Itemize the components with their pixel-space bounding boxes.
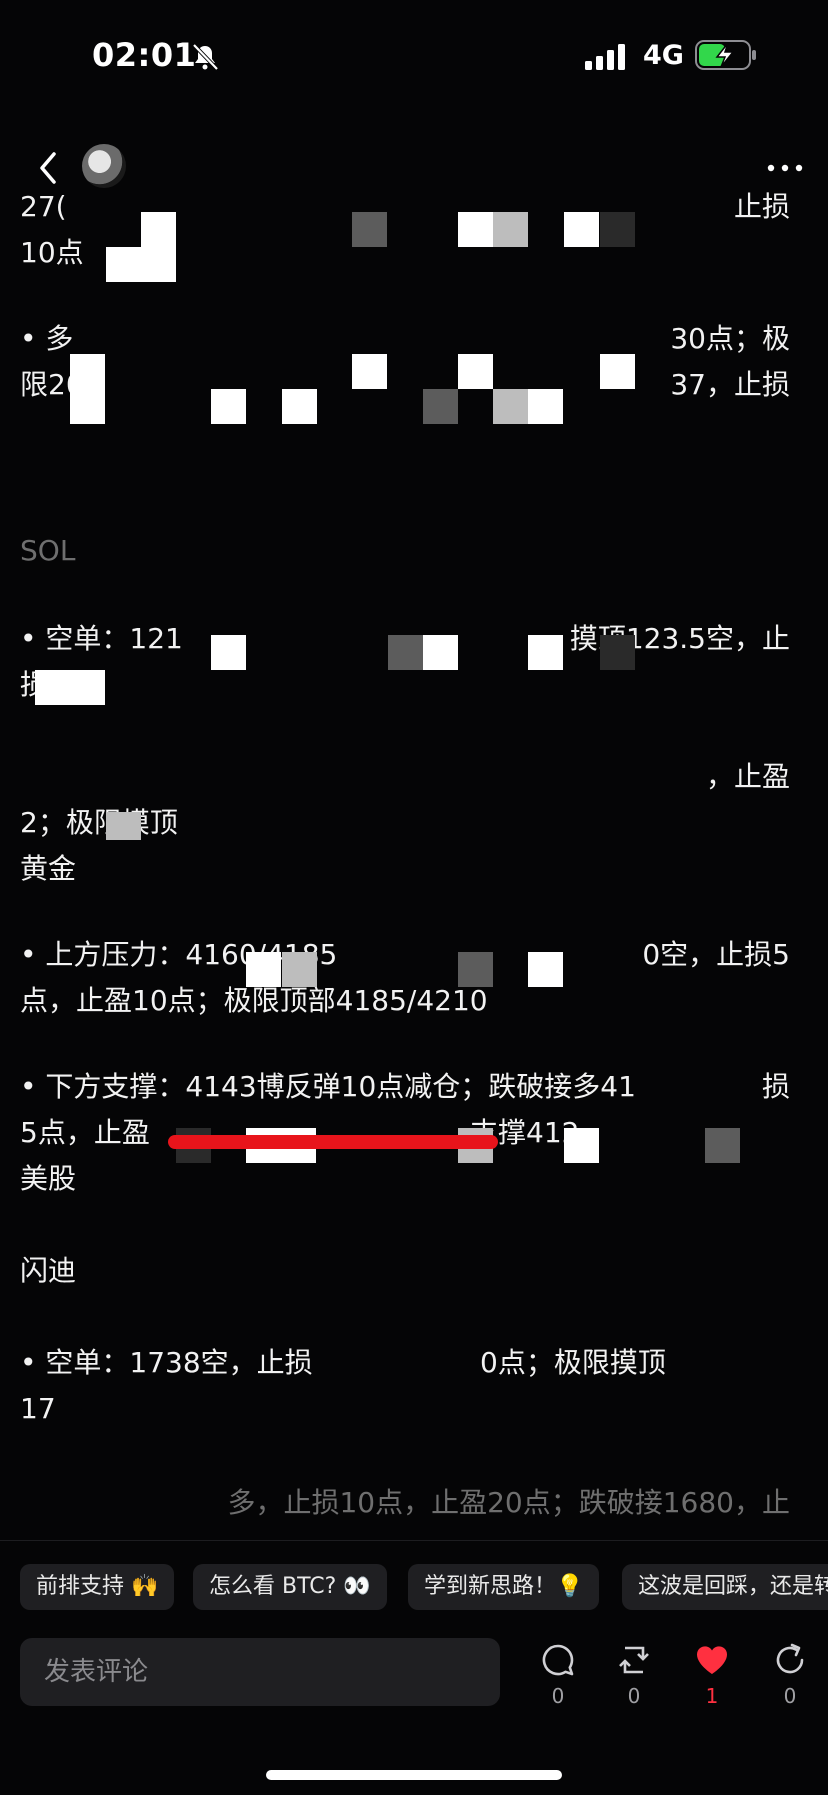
text-line: 30点；极 [670, 322, 790, 355]
network-type: 4G [643, 40, 684, 71]
quick-reply-chip[interactable]: 前排支持 🙌 [20, 1564, 175, 1610]
like-button[interactable]: 1 [682, 1642, 742, 1722]
share-count: 0 [783, 1684, 797, 1708]
repost-count: 0 [627, 1684, 641, 1708]
text-line: 损 [761, 1070, 790, 1103]
quick-reply-chip[interactable]: 学到新思路！💡 [408, 1564, 600, 1610]
quick-reply-chip[interactable]: 怎么看 BTC? 👀 [193, 1564, 387, 1610]
text-line: 17 [20, 1392, 56, 1425]
status-time: 02:01 [92, 36, 197, 74]
section-heading: 黄金 [20, 852, 77, 885]
battery-charging-icon [695, 40, 756, 70]
quick-reply-chips: 前排支持 🙌 怎么看 BTC? 👀 学到新思路！💡 这波是回踩，还是转 [0, 1564, 828, 1610]
text-line: SOL [20, 534, 76, 567]
text-line: 5点，止盈 [20, 1116, 150, 1149]
text-line: 10点 [20, 236, 84, 269]
home-indicator [266, 1770, 562, 1780]
comment-count: 0 [551, 1684, 565, 1708]
text-line: ，止盈 [705, 760, 790, 793]
text-line: 多，止损10点，止盈20点；跌破接1680，止 [227, 1486, 790, 1519]
divider [0, 1540, 828, 1541]
comment-input[interactable]: 发表评论 [20, 1638, 500, 1706]
text-line: 37，止损 [670, 368, 790, 401]
cellular-signal-icon [585, 44, 625, 70]
muted-bell-icon [192, 43, 219, 71]
text-line: • 空单：121 [20, 622, 183, 655]
text-line: 0点；极限摸顶 [480, 1346, 666, 1379]
text-line: 27( [20, 190, 67, 223]
text-line: 止损 [733, 190, 790, 223]
share-button[interactable]: 0 [760, 1642, 820, 1722]
comment-button[interactable]: 0 [528, 1642, 588, 1722]
heart-icon [696, 1646, 728, 1674]
author-avatar[interactable] [82, 144, 126, 188]
text-line: 0空，止损5 [642, 938, 790, 971]
repost-icon [619, 1646, 649, 1674]
more-options-icon[interactable] [765, 150, 805, 186]
status-bar: 02:01 4G [0, 0, 828, 110]
share-arrow-icon [776, 1643, 804, 1674]
highlight-underline [168, 1135, 498, 1149]
section-heading: 闪迪 [20, 1254, 77, 1287]
post-content: 27( 止损 10点 • 多 30点；极 限20 37，止损 SOL • 空单：… [0, 190, 828, 1533]
quick-reply-chip[interactable]: 这波是回踩，还是转 [622, 1564, 828, 1610]
repost-button[interactable]: 0 [604, 1642, 664, 1722]
like-count: 1 [705, 1684, 719, 1708]
text-line: 2；极限摸顶 [20, 806, 178, 839]
text-line: • 下方支撑：4143博反弹10点减仓；跌破接多41 [20, 1070, 636, 1103]
section-heading: 美股 [20, 1162, 77, 1195]
comment-bubble-icon [542, 1644, 574, 1676]
back-chevron-icon[interactable] [34, 148, 64, 188]
text-line: • 多 [20, 322, 74, 355]
text-line: • 空单：1738空，止损 [20, 1346, 313, 1379]
